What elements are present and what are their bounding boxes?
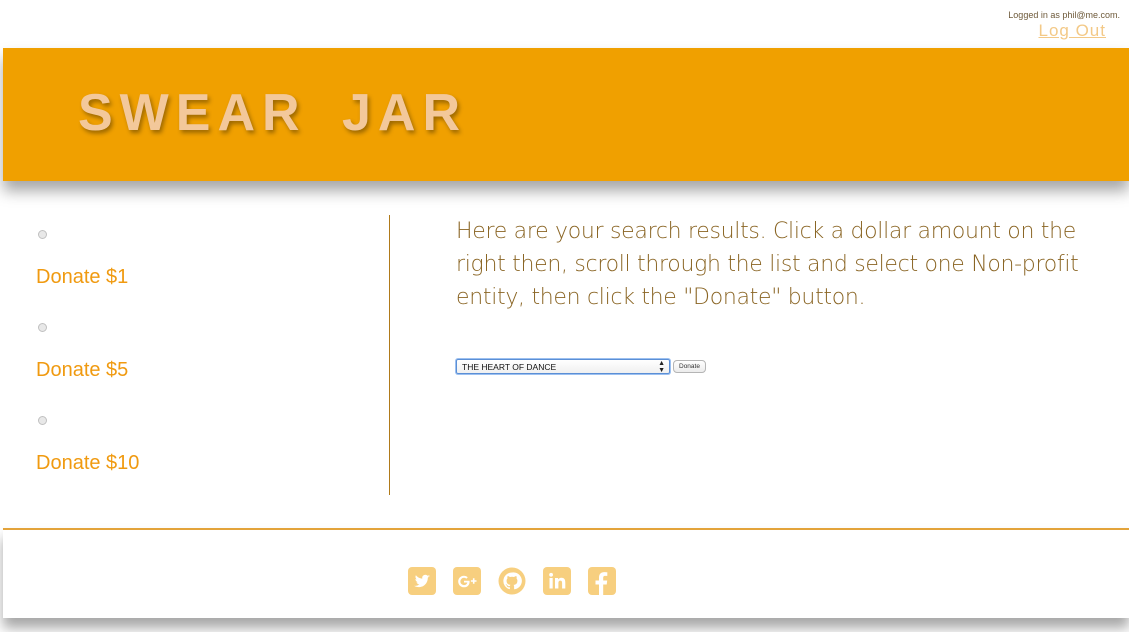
facebook-icon[interactable]	[588, 567, 616, 595]
donate-1-radio[interactable]	[38, 230, 47, 239]
donate-option-5: Donate $5	[36, 323, 128, 382]
page: Logged in as phil@me.com. Log Out SWEAR …	[0, 0, 1129, 632]
logout-link[interactable]: Log Out	[1039, 21, 1107, 41]
twitter-icon[interactable]	[408, 567, 436, 595]
donate-10-label[interactable]: Donate $10	[36, 451, 139, 475]
search-results-panel: Here are your search results. Click a do…	[456, 215, 1096, 374]
nonprofit-select-value: THE HEART OF DANCE	[462, 362, 557, 372]
brand-title: SWEAR JAR	[78, 84, 468, 142]
github-icon[interactable]	[498, 567, 526, 595]
login-bar: Logged in as phil@me.com. Log Out	[1008, 9, 1120, 41]
donate-10-radio[interactable]	[38, 416, 47, 425]
footer	[3, 528, 1129, 618]
donate-form: THE HEART OF DANCE ▲ ▼ Donate	[456, 359, 706, 374]
logged-in-text: Logged in as phil@me.com.	[1008, 10, 1120, 20]
donate-button[interactable]: Donate	[673, 360, 706, 373]
linkedin-icon[interactable]	[543, 567, 571, 595]
donate-1-label[interactable]: Donate $1	[36, 265, 128, 289]
select-arrows-icon: ▲ ▼	[658, 360, 665, 374]
header-banner: SWEAR JAR	[3, 48, 1129, 181]
donate-5-radio[interactable]	[38, 323, 47, 332]
social-links	[408, 567, 616, 595]
donate-5-label[interactable]: Donate $5	[36, 358, 128, 382]
nonprofit-select[interactable]: THE HEART OF DANCE ▲ ▼	[456, 359, 670, 374]
instructions-text: Here are your search results. Click a do…	[456, 219, 1079, 310]
donate-option-1: Donate $1	[36, 230, 128, 289]
google-plus-icon[interactable]	[453, 567, 481, 595]
donation-amount-column: Donate $1 Donate $5 Donate $10	[0, 215, 390, 495]
donate-option-10: Donate $10	[36, 416, 139, 475]
